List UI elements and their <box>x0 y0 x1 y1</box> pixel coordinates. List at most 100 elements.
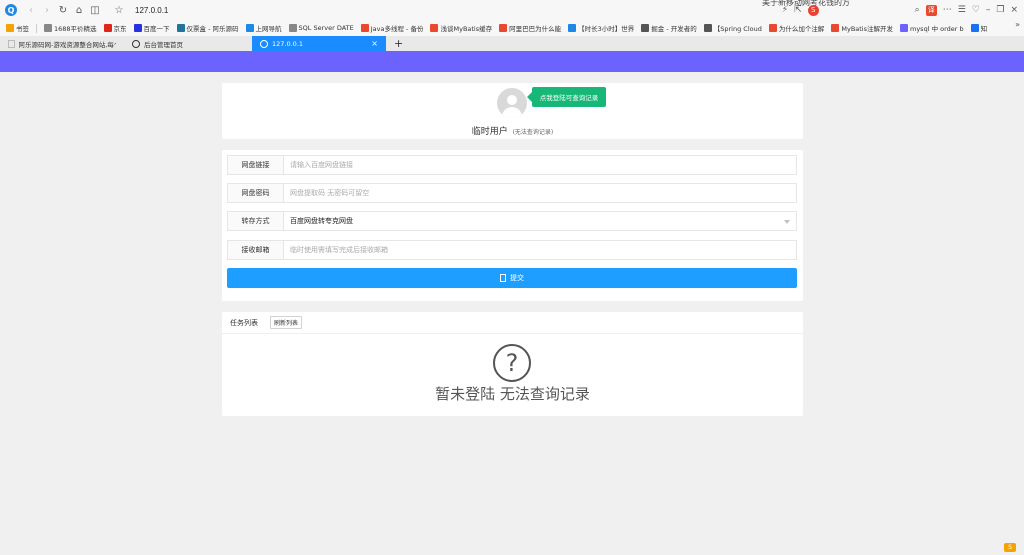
task-title: 任务列表 <box>230 318 258 327</box>
home-icon[interactable]: ⌂ <box>71 2 87 18</box>
sidebar-icon[interactable]: ◫ <box>87 2 103 18</box>
share-icon[interactable]: ⇱ <box>794 5 802 15</box>
bookmark-favicon-icon <box>44 24 52 32</box>
bookmark-item[interactable]: mysql 中 order b <box>900 23 964 33</box>
bookmark-item[interactable]: 【时长3小时】世界 <box>568 23 634 33</box>
bookmark-label: 浅谈MyBatis缓存 <box>440 25 493 33</box>
translate-icon[interactable]: 译 <box>925 4 937 16</box>
forward-icon[interactable]: › <box>39 2 55 18</box>
email-input[interactable] <box>284 240 797 260</box>
search-icon[interactable]: ⌕ <box>915 5 920 15</box>
task-header: 任务列表 刷新列表 <box>222 312 803 334</box>
bookmark-label: 百度一下 <box>143 25 170 33</box>
bookmark-item[interactable]: 1688平价精选 <box>44 23 97 33</box>
lightning-icon[interactable]: ⚡ <box>782 5 788 15</box>
bookmark-favicon-icon <box>176 24 185 32</box>
bookmark-favicon-icon <box>831 24 840 32</box>
more-icon[interactable]: ⋯ <box>943 5 952 15</box>
more-bookmarks-icon[interactable]: » <box>1015 20 1020 29</box>
code-label: 网盘密码 <box>227 183 284 203</box>
bookmark-item[interactable]: 浅谈MyBatis缓存 <box>430 23 492 33</box>
avatar-body <box>502 107 522 118</box>
user-name: 临时用户 (无法查询记录) <box>222 124 803 137</box>
bookmark-item[interactable]: 仅票盒 - 阿乐源码 <box>176 23 239 33</box>
bookmark-label: 知 <box>980 25 988 33</box>
login-tip-button[interactable]: 点我登陆可查询记录 <box>527 87 606 107</box>
bookmark-item[interactable]: Java多线程 - 备份 <box>360 23 424 33</box>
close-tab-icon[interactable]: × <box>371 39 378 48</box>
bookmark-label: 阿里巴巴为什么能 <box>509 25 562 33</box>
shirt-icon[interactable]: ♡ <box>972 5 980 15</box>
bookmark-item[interactable]: 知 <box>970 23 988 33</box>
globe-icon <box>260 39 268 48</box>
bookmark-label: Java多线程 - 备份 <box>370 25 424 33</box>
bookmark-item[interactable]: MyBatis注解开发 <box>831 23 893 33</box>
submit-button[interactable]: 提交 <box>227 268 797 288</box>
address-bar[interactable]: 127.0.0.1 <box>135 6 168 15</box>
bookmark-favicon-icon <box>768 24 777 32</box>
bookmark-favicon-icon <box>568 24 577 32</box>
back-icon[interactable]: ‹ <box>23 2 39 18</box>
page-icon <box>8 39 15 48</box>
browser-logo-icon[interactable]: Q <box>5 4 17 16</box>
bookmark-label: 书签 <box>16 25 29 33</box>
star-icon[interactable]: ☆ <box>111 2 127 18</box>
tab-bar: 阿乐源码网-游戏资源整合网站,每个游 后台管理首页 127.0.0.1 × + <box>0 36 1024 51</box>
tab-aleyuanma[interactable]: 阿乐源码网-游戏资源整合网站,每个游 <box>0 36 124 51</box>
bookmark-label: 京东 <box>113 25 127 33</box>
bookmark-item[interactable]: 书签 <box>6 23 29 33</box>
email-label: 接收邮箱 <box>227 240 284 260</box>
bookmark-item[interactable]: 【Spring Cloud <box>703 23 762 33</box>
tab-label: 127.0.0.1 <box>272 39 304 48</box>
bookmark-favicon-icon <box>133 24 142 32</box>
bookmark-item[interactable]: 上网导航 <box>245 23 282 33</box>
new-tab-icon[interactable]: + <box>386 36 411 51</box>
bookmark-label: 为什么加个注解 <box>778 25 825 33</box>
toolbar-right: ⚡ ⇱ S ⌕ 译 ⋯ ☰ ♡ – ❐ × <box>782 0 1018 20</box>
close-window-icon[interactable]: × <box>1010 5 1018 15</box>
bookmark-favicon-icon <box>103 24 112 32</box>
bookmark-item[interactable]: SQL Server DATE <box>288 24 354 32</box>
bookmark-favicon-icon <box>499 24 508 32</box>
method-row: 转存方式 百度网盘转夸克网盘 <box>227 211 797 231</box>
bookmark-label: MyBatis注解开发 <box>841 25 893 33</box>
user-name-text: 临时用户 <box>471 127 508 137</box>
refresh-list-button[interactable]: 刷新列表 <box>270 316 303 329</box>
minimize-icon[interactable]: – <box>986 5 991 15</box>
bookmark-label: 【时长3小时】世界 <box>578 25 635 33</box>
method-value: 百度网盘转夸克网盘 <box>290 217 353 225</box>
menu-icon[interactable]: ☰ <box>958 5 966 15</box>
bookmark-favicon-icon <box>641 24 650 32</box>
bookmark-favicon-icon <box>430 24 439 32</box>
sogou-input-icon[interactable]: S <box>1004 543 1016 552</box>
avatar-head <box>507 95 517 105</box>
globe-icon <box>132 39 140 48</box>
method-select[interactable]: 百度网盘转夸克网盘 <box>284 211 797 231</box>
page-header-band <box>0 51 1024 72</box>
bookmark-item[interactable]: 阿里巴巴为什么能 <box>499 23 561 33</box>
reload-icon[interactable]: ↻ <box>55 2 71 18</box>
bookmark-favicon-icon <box>900 24 908 32</box>
bookmark-label: 掘金 - 开发者的 <box>651 25 697 33</box>
tab-label: 后台管理首页 <box>144 40 183 49</box>
bookmark-item[interactable]: 掘金 - 开发者的 <box>641 23 697 33</box>
code-input[interactable] <box>284 183 797 203</box>
bookmarks-bar: 书签 1688平价精选 京东 百度一下 仅票盒 - 阿乐源码 上网导航 SQL Server… <box>0 20 1024 36</box>
restore-icon[interactable]: ❐ <box>996 5 1004 15</box>
chevron-down-icon <box>784 220 790 224</box>
link-input[interactable] <box>284 155 797 175</box>
tab-label: 阿乐源码网-游戏资源整合网站,每个游 <box>18 40 117 49</box>
bookmark-favicon-icon <box>245 24 254 32</box>
bookmark-item[interactable]: 京东 <box>103 23 127 33</box>
bookmark-item[interactable]: 为什么加个注解 <box>768 23 825 33</box>
bookmark-label: 上网导航 <box>255 25 282 33</box>
link-label: 网盘链接 <box>227 155 284 175</box>
tab-admin-home[interactable]: 后台管理首页 <box>124 36 252 51</box>
tab-current[interactable]: 127.0.0.1 × <box>252 36 386 51</box>
bookmark-favicon-icon <box>360 24 369 32</box>
search-engine-icon[interactable]: S <box>807 4 819 16</box>
bookmark-favicon-icon <box>703 24 712 32</box>
avatar[interactable] <box>497 88 527 118</box>
bookmark-item[interactable]: 百度一下 <box>133 23 170 33</box>
file-icon <box>500 274 506 282</box>
